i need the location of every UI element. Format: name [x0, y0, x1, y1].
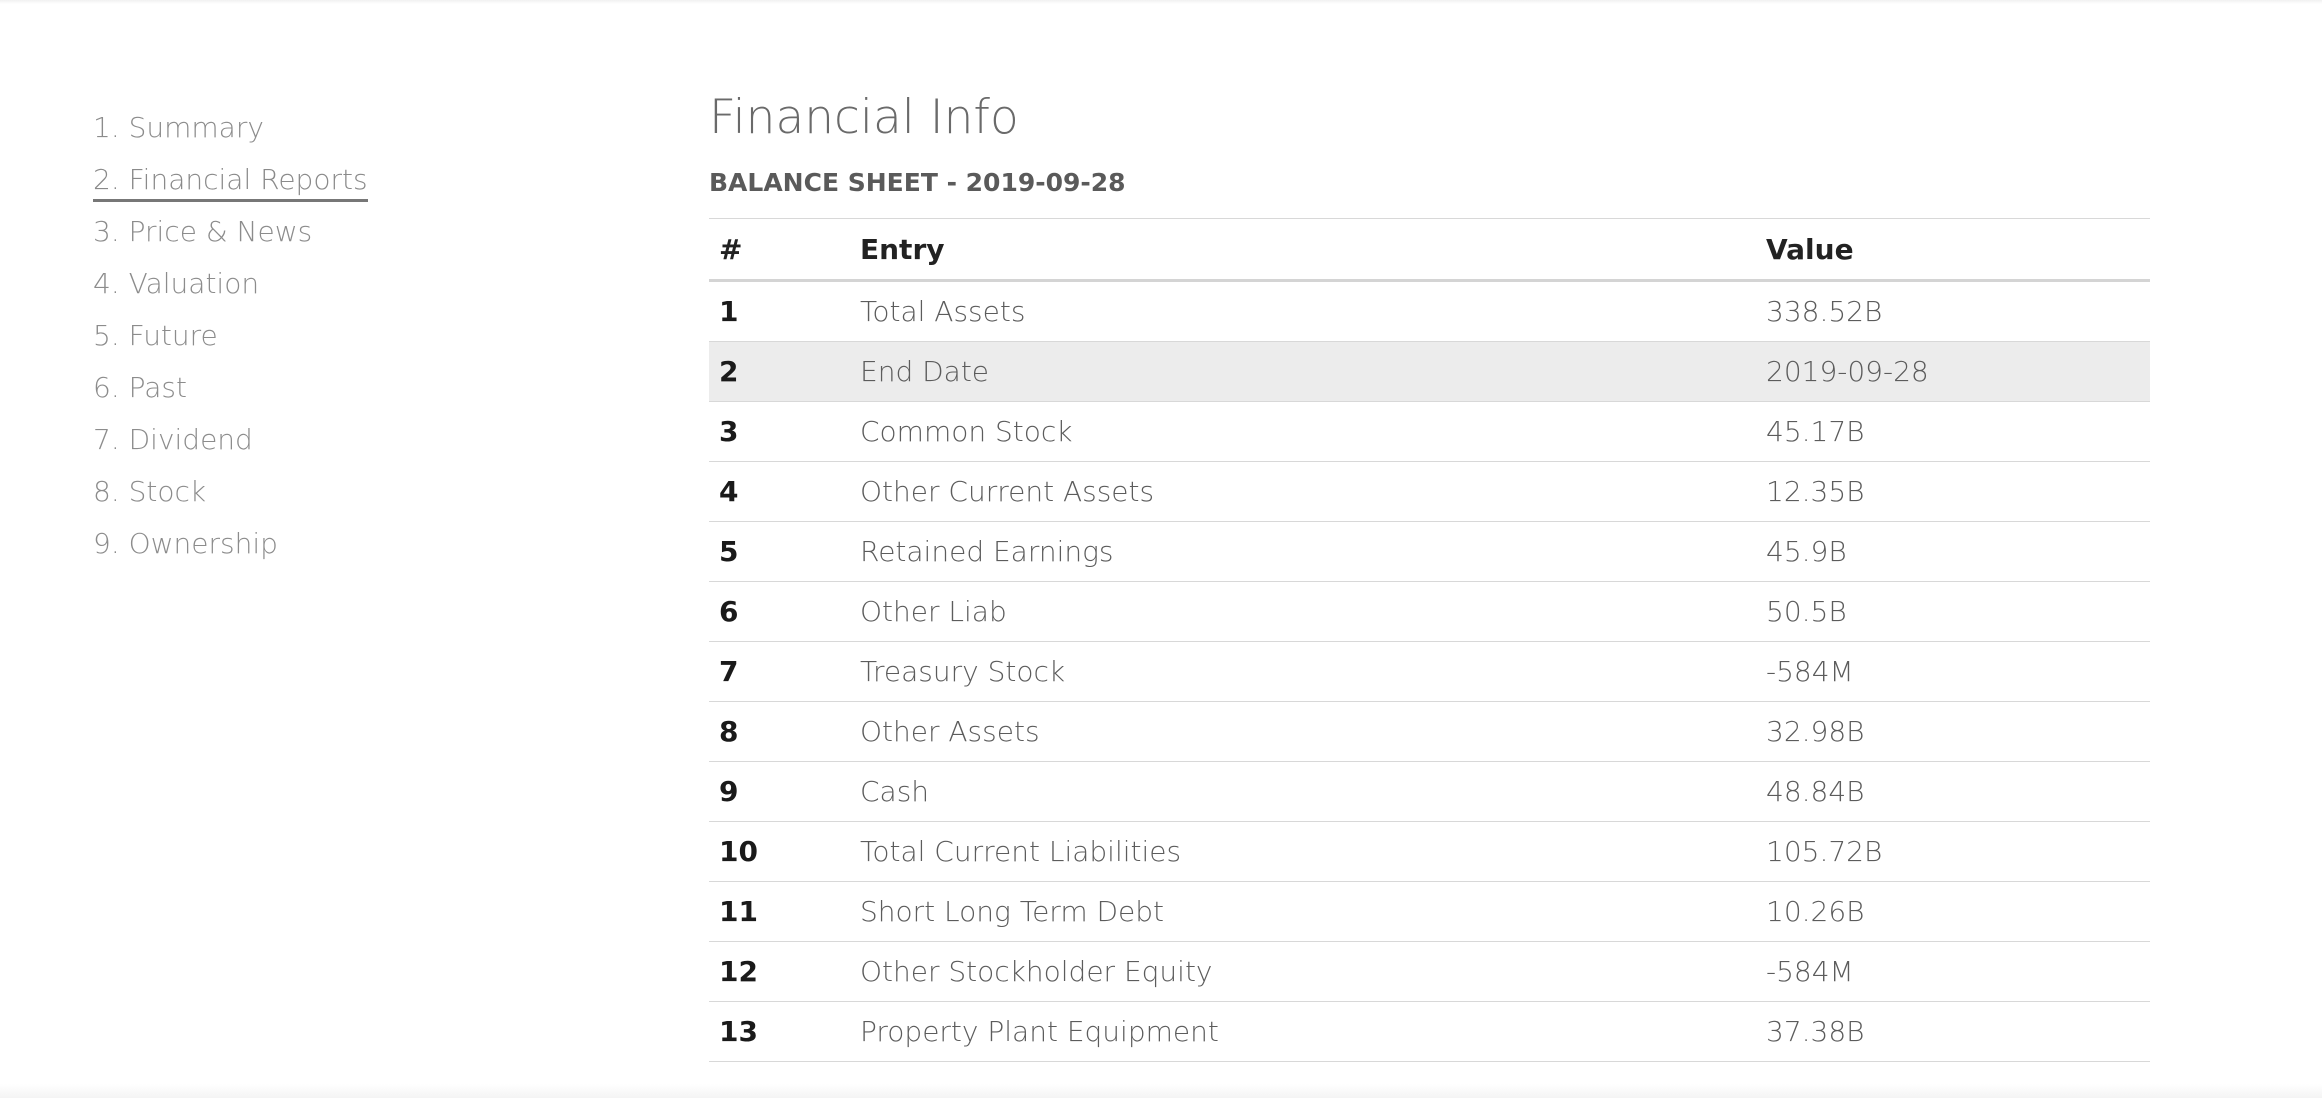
row-number: 1 — [709, 280, 850, 342]
balance-sheet-table: # Entry Value 1 Total Assets 338.52B 2 E… — [709, 218, 2150, 1062]
row-value: 2019-09-28 — [1756, 341, 2150, 402]
sidebar-item-stock[interactable]: 8. Stock — [93, 472, 613, 524]
row-number: 2 — [709, 341, 850, 402]
sidebar-item-label: 3. Price & News — [93, 215, 313, 248]
row-entry: Total Assets — [850, 280, 1756, 342]
sidebar-item-past[interactable]: 6. Past — [93, 368, 613, 420]
row-value: 10.26B — [1756, 881, 2150, 942]
column-header-num: # — [709, 218, 850, 282]
top-edge-shadow — [0, 0, 2322, 4]
row-number: 7 — [709, 641, 850, 702]
sidebar-nav: 1. Summary 2. Financial Reports 3. Price… — [93, 108, 613, 576]
row-entry: Treasury Stock — [850, 641, 1756, 702]
row-entry: Short Long Term Debt — [850, 881, 1756, 942]
sidebar-item-summary[interactable]: 1. Summary — [93, 108, 613, 160]
row-number: 8 — [709, 701, 850, 762]
row-number: 11 — [709, 881, 850, 942]
row-number: 13 — [709, 1001, 850, 1062]
sidebar-item-label: 2. Financial Reports — [93, 161, 368, 202]
row-entry: Other Stockholder Equity — [850, 941, 1756, 1002]
row-number: 10 — [709, 821, 850, 882]
sidebar-item-label: 9. Ownership — [93, 527, 278, 560]
row-number: 12 — [709, 941, 850, 1002]
sidebar-item-label: 4. Valuation — [93, 267, 260, 300]
row-entry: Property Plant Equipment — [850, 1001, 1756, 1062]
table-row: 5 Retained Earnings 45.9B — [709, 521, 2150, 582]
table-row: 10 Total Current Liabilities 105.72B — [709, 821, 2150, 882]
row-entry: Common Stock — [850, 401, 1756, 462]
row-value: 50.5B — [1756, 581, 2150, 642]
table-row: 3 Common Stock 45.17B — [709, 401, 2150, 462]
main-content: Financial Info BALANCE SHEET - 2019-09-2… — [709, 80, 2151, 1062]
row-value: 338.52B — [1756, 280, 2150, 342]
row-number: 9 — [709, 761, 850, 822]
sidebar-item-label: 5. Future — [93, 319, 218, 352]
row-value: 45.17B — [1756, 401, 2150, 462]
row-value: 32.98B — [1756, 701, 2150, 762]
row-entry: End Date — [850, 341, 1756, 402]
table-row: 8 Other Assets 32.98B — [709, 701, 2150, 762]
sidebar-item-label: 6. Past — [93, 371, 187, 404]
row-value: 105.72B — [1756, 821, 2150, 882]
sidebar-item-label: 1. Summary — [93, 111, 264, 144]
table-row: 13 Property Plant Equipment 37.38B — [709, 1001, 2150, 1062]
table-header-row: # Entry Value — [709, 218, 2150, 282]
row-value: 45.9B — [1756, 521, 2150, 582]
table-row: 6 Other Liab 50.5B — [709, 581, 2150, 642]
bottom-edge-shadow — [0, 1084, 2322, 1098]
row-entry: Total Current Liabilities — [850, 821, 1756, 882]
row-entry: Other Current Assets — [850, 461, 1756, 522]
table-row: 4 Other Current Assets 12.35B — [709, 461, 2150, 522]
section-title: BALANCE SHEET - 2019-09-28 — [709, 168, 1126, 197]
table-row: 2 End Date 2019-09-28 — [709, 341, 2150, 402]
column-header-value: Value — [1756, 218, 2150, 282]
sidebar-item-valuation[interactable]: 4. Valuation — [93, 264, 613, 316]
sidebar-item-label: 8. Stock — [93, 475, 207, 508]
row-entry: Retained Earnings — [850, 521, 1756, 582]
row-entry: Other Liab — [850, 581, 1756, 642]
row-number: 4 — [709, 461, 850, 522]
page-title: Financial Info — [709, 90, 1019, 145]
row-value: 48.84B — [1756, 761, 2150, 822]
sidebar-item-ownership[interactable]: 9. Ownership — [93, 524, 613, 576]
row-entry: Other Assets — [850, 701, 1756, 762]
column-header-entry: Entry — [850, 218, 1756, 282]
row-entry: Cash — [850, 761, 1756, 822]
row-value: 12.35B — [1756, 461, 2150, 522]
row-value: -584M — [1756, 641, 2150, 702]
row-number: 6 — [709, 581, 850, 642]
row-number: 5 — [709, 521, 850, 582]
sidebar-item-financial-reports[interactable]: 2. Financial Reports — [93, 160, 613, 212]
table-row: 1 Total Assets 338.52B — [709, 280, 2150, 342]
table-row: 12 Other Stockholder Equity -584M — [709, 941, 2150, 1002]
sidebar-item-future[interactable]: 5. Future — [93, 316, 613, 368]
row-number: 3 — [709, 401, 850, 462]
sidebar-item-dividend[interactable]: 7. Dividend — [93, 420, 613, 472]
table-row: 9 Cash 48.84B — [709, 761, 2150, 822]
row-value: -584M — [1756, 941, 2150, 1002]
row-value: 37.38B — [1756, 1001, 2150, 1062]
sidebar-item-label: 7. Dividend — [93, 423, 253, 456]
sidebar-item-price-news[interactable]: 3. Price & News — [93, 212, 613, 264]
table-row: 11 Short Long Term Debt 10.26B — [709, 881, 2150, 942]
table-row: 7 Treasury Stock -584M — [709, 641, 2150, 702]
